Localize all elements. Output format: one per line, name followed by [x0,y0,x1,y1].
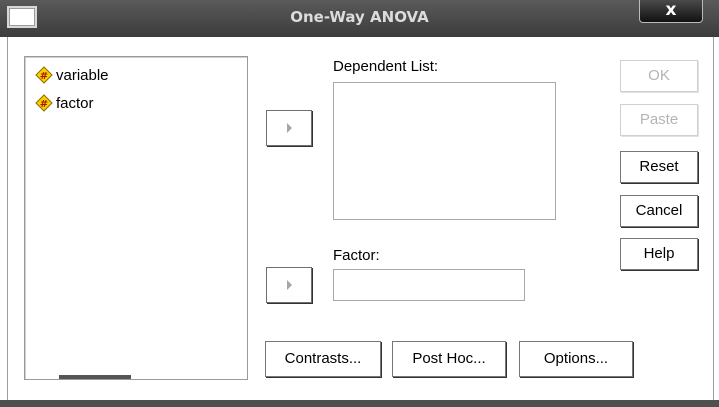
svg-text:#: # [40,99,48,110]
scale-variable-icon: # [35,94,53,112]
reset-button[interactable]: Reset [620,151,698,183]
post-hoc-button[interactable]: Post Hoc... [392,341,506,377]
window-bottom-edge [0,400,719,407]
arrow-right-icon [287,123,292,133]
one-way-anova-dialog: One-Way ANOVA x # variable # factor Depe… [0,0,719,407]
ok-button[interactable]: OK [620,60,698,92]
options-button[interactable]: Options... [519,341,633,377]
window-title: One-Way ANOVA [290,8,429,26]
close-button[interactable]: x [639,0,703,23]
variable-list-item[interactable]: # variable [35,65,109,85]
dependent-list-label: Dependent List: [333,58,439,75]
paste-button[interactable]: Paste [620,104,698,136]
move-to-dependent-button[interactable] [266,110,312,146]
cancel-button[interactable]: Cancel [620,195,698,227]
variable-list-item[interactable]: # factor [35,93,94,113]
variable-label: factor [56,94,94,112]
source-variable-list[interactable]: # variable # factor [24,56,248,380]
list-scrollbar[interactable] [59,375,131,379]
close-icon: x [665,0,677,20]
arrow-right-icon [287,280,292,290]
factor-field[interactable] [333,269,525,301]
contrasts-button[interactable]: Contrasts... [265,341,381,377]
variable-label: variable [56,66,109,84]
dependent-list-box[interactable] [333,82,556,220]
help-button[interactable]: Help [620,238,698,270]
svg-text:#: # [40,71,48,82]
scale-variable-icon: # [35,66,53,84]
title-bar[interactable]: One-Way ANOVA x [0,0,719,37]
move-to-factor-button[interactable] [266,267,312,303]
factor-label: Factor: [333,247,380,264]
